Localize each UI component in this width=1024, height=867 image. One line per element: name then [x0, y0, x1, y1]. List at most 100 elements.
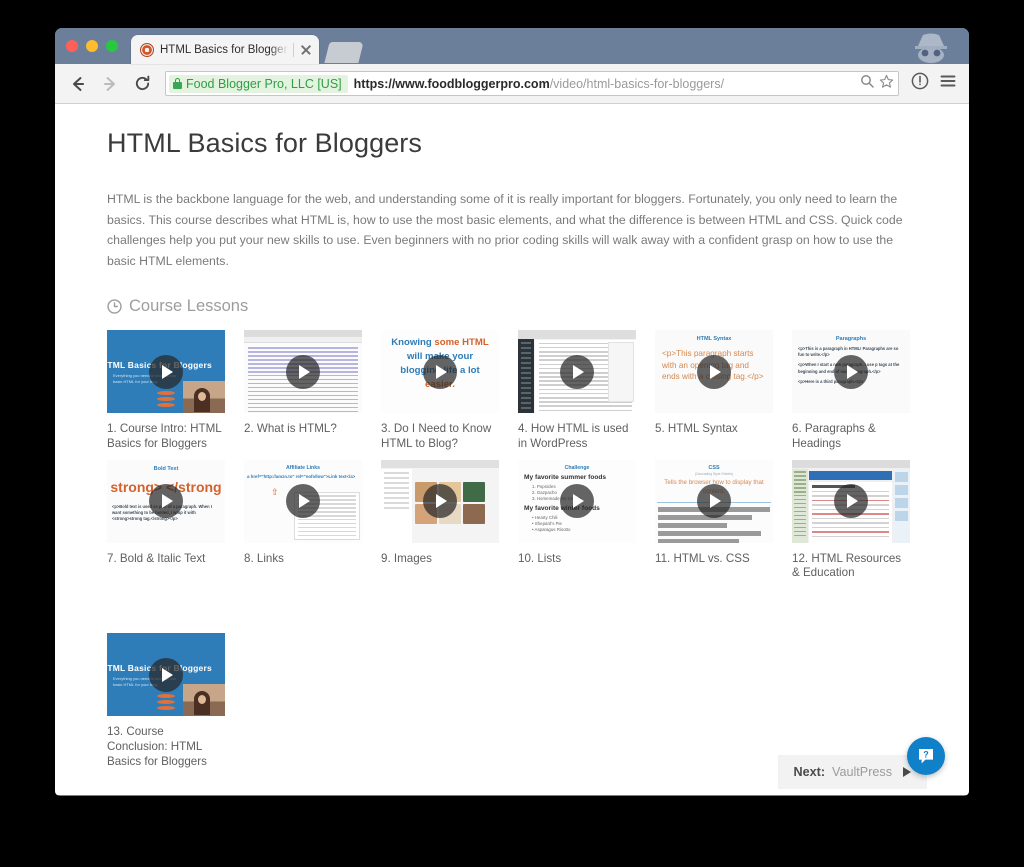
lesson-card[interactable]: Paragraphs <p>This is a paragraph in HTM…: [792, 330, 910, 452]
thumb-emph1: some HTML: [434, 337, 489, 348]
maximize-window-button[interactable]: [106, 40, 118, 52]
lesson-caption: 7. Bold & Italic Text: [107, 551, 206, 565]
site-identity-chip[interactable]: Food Blogger Pro, LLC [US]: [169, 74, 348, 93]
help-chat-bubble-icon[interactable]: ?: [907, 737, 945, 775]
clock-icon: [107, 299, 122, 314]
address-bar[interactable]: Food Blogger Pro, LLC [US] https://www.f…: [165, 71, 899, 96]
thumb-title: CSS: [708, 464, 720, 471]
up-arrow-icon: ⇧: [271, 486, 279, 497]
lesson-card[interactable]: 9. Images: [381, 459, 499, 582]
play-button-icon[interactable]: [286, 354, 320, 389]
lesson-thumbnail[interactable]: Affiliate Links a href="http://amzn.to" …: [244, 459, 362, 543]
lesson-caption: 13. Course Conclusion: HTML Basics for B…: [107, 725, 207, 768]
course-description: HTML is the backbone language for the we…: [107, 192, 903, 268]
close-window-button[interactable]: [66, 40, 78, 52]
presenter-webcam: [183, 684, 225, 717]
lesson-caption: 10. Lists: [518, 551, 562, 565]
lesson-caption: 1. Course Intro: HTML Basics for Blogger…: [107, 422, 222, 450]
url-host: https://www.foodbloggerpro.com: [353, 76, 550, 91]
play-button-icon[interactable]: [286, 484, 320, 519]
thumb-line1: Knowing: [391, 337, 432, 348]
lesson-caption: 4. How HTML is used in WordPress: [518, 422, 629, 450]
lesson-card[interactable]: HTML Basics for Bloggers Everything you …: [107, 330, 225, 452]
lesson-thumbnail[interactable]: Knowing some HTML will make your bloggin…: [381, 330, 499, 413]
browser-toolbar: Food Blogger Pro, LLC [US] https://www.f…: [55, 64, 969, 104]
play-button-icon[interactable]: [560, 484, 594, 519]
lesson-card[interactable]: 12. HTML Resources & Education: [792, 459, 910, 582]
lesson-thumbnail[interactable]: Bold Text strong> </strong <p>Bold text …: [107, 459, 225, 543]
play-button-icon[interactable]: [149, 484, 183, 519]
lesson-thumbnail[interactable]: Paragraphs <p>This is a paragraph in HTM…: [792, 330, 910, 413]
lesson-thumbnail[interactable]: HTML Syntax <p>This paragraph starts wit…: [655, 330, 773, 413]
next-course-button[interactable]: Next: VaultPress: [777, 755, 927, 789]
thumb-heading-1: My favorite summer foods: [524, 473, 607, 481]
play-button-icon[interactable]: [423, 484, 457, 519]
help-glyph: ?: [923, 749, 929, 759]
page-title: HTML Basics for Bloggers: [107, 128, 422, 158]
next-label: Next:: [793, 765, 826, 779]
thumb-title: Paragraphs: [835, 336, 867, 342]
lesson-caption: 11. HTML vs. CSS: [655, 551, 750, 565]
play-button-icon[interactable]: [697, 354, 731, 389]
play-button-icon[interactable]: [423, 354, 457, 389]
forward-button[interactable]: [99, 73, 121, 95]
lesson-card[interactable]: 4. How HTML is used in WordPress: [518, 330, 636, 452]
play-button-icon[interactable]: [834, 354, 868, 389]
reload-button[interactable]: [131, 73, 153, 95]
presenter-webcam: [183, 381, 225, 413]
lesson-caption: 3. Do I Need to Know HTML to Blog?: [381, 422, 492, 450]
url-text: https://www.foodbloggerpro.com/video/htm…: [354, 77, 855, 91]
minimize-window-button[interactable]: [86, 40, 98, 52]
lessons-grid: HTML Basics for Bloggers Everything you …: [107, 330, 927, 770]
browser-window: HTML Basics for Bloggers Food Blogger Pr…: [55, 28, 969, 796]
lesson-thumbnail[interactable]: HTML Basics for Bloggers Everything you …: [107, 633, 225, 717]
lesson-card[interactable]: HTML Basics for Bloggers Everything you …: [107, 633, 225, 769]
info-circle-icon[interactable]: [911, 72, 929, 95]
site-identity-label: Food Blogger Pro, LLC [US]: [186, 76, 342, 91]
lesson-card[interactable]: CSS (Cascading Style Sheets) Tells the b…: [655, 459, 773, 582]
incognito-icon: [915, 33, 947, 63]
thumb-title: Bold Text: [153, 465, 179, 472]
thumb-code: a href="http://amzn.to" rel="nofollow">L…: [247, 473, 356, 479]
lesson-thumbnail[interactable]: [244, 330, 362, 413]
lesson-card[interactable]: Affiliate Links a href="http://amzn.to" …: [244, 459, 362, 582]
play-button-icon[interactable]: [149, 354, 183, 389]
lesson-card[interactable]: HTML Syntax <p>This paragraph starts wit…: [655, 330, 773, 452]
browser-tab[interactable]: HTML Basics for Bloggers: [131, 35, 319, 64]
lesson-thumbnail[interactable]: CSS (Cascading Style Sheets) Tells the b…: [655, 459, 773, 543]
close-icon[interactable]: [299, 43, 313, 57]
thumb-title: HTML Syntax: [696, 336, 732, 342]
lesson-thumbnail[interactable]: [792, 459, 910, 543]
lesson-caption: 12. HTML Resources & Education: [792, 551, 902, 580]
lesson-thumbnail[interactable]: Challenge My favorite summer foods 1. Po…: [518, 459, 636, 543]
play-button-icon[interactable]: [560, 354, 594, 389]
lesson-thumbnail[interactable]: [381, 459, 499, 543]
lesson-caption: 9. Images: [381, 551, 432, 565]
play-button-icon[interactable]: [697, 484, 731, 519]
brand-logo-icon: [157, 694, 175, 711]
thumb-subtitle: (Cascading Style Sheets): [694, 471, 734, 476]
thumb-title: Affiliate Links: [285, 464, 320, 471]
thumb-title: Challenge: [564, 464, 590, 471]
course-lessons-heading: Course Lessons: [107, 297, 927, 316]
star-icon[interactable]: [879, 74, 894, 94]
new-tab-button[interactable]: [324, 42, 364, 63]
lesson-card[interactable]: 2. What is HTML?: [244, 330, 362, 452]
play-button-icon[interactable]: [834, 484, 868, 519]
lesson-card[interactable]: Challenge My favorite summer foods 1. Po…: [518, 459, 636, 582]
hamburger-menu-icon[interactable]: [939, 72, 957, 95]
window-traffic-lights: [66, 40, 118, 52]
lesson-thumbnail[interactable]: [518, 330, 636, 413]
back-button[interactable]: [67, 73, 89, 95]
tab-divider: [293, 42, 294, 57]
play-button-icon[interactable]: [149, 657, 183, 692]
lock-icon: [173, 78, 182, 89]
lesson-card[interactable]: Bold Text strong> </strong <p>Bold text …: [107, 459, 225, 582]
favicon-icon: [140, 42, 154, 57]
page-content: HTML Basics for Bloggers HTML is the bac…: [55, 104, 969, 795]
search-icon[interactable]: [860, 74, 874, 93]
lesson-thumbnail[interactable]: HTML Basics for Bloggers Everything you …: [107, 330, 225, 413]
lesson-caption: 8. Links: [244, 551, 284, 565]
lesson-card[interactable]: Knowing some HTML will make your bloggin…: [381, 330, 499, 452]
lesson-caption: 5. HTML Syntax: [655, 422, 738, 435]
